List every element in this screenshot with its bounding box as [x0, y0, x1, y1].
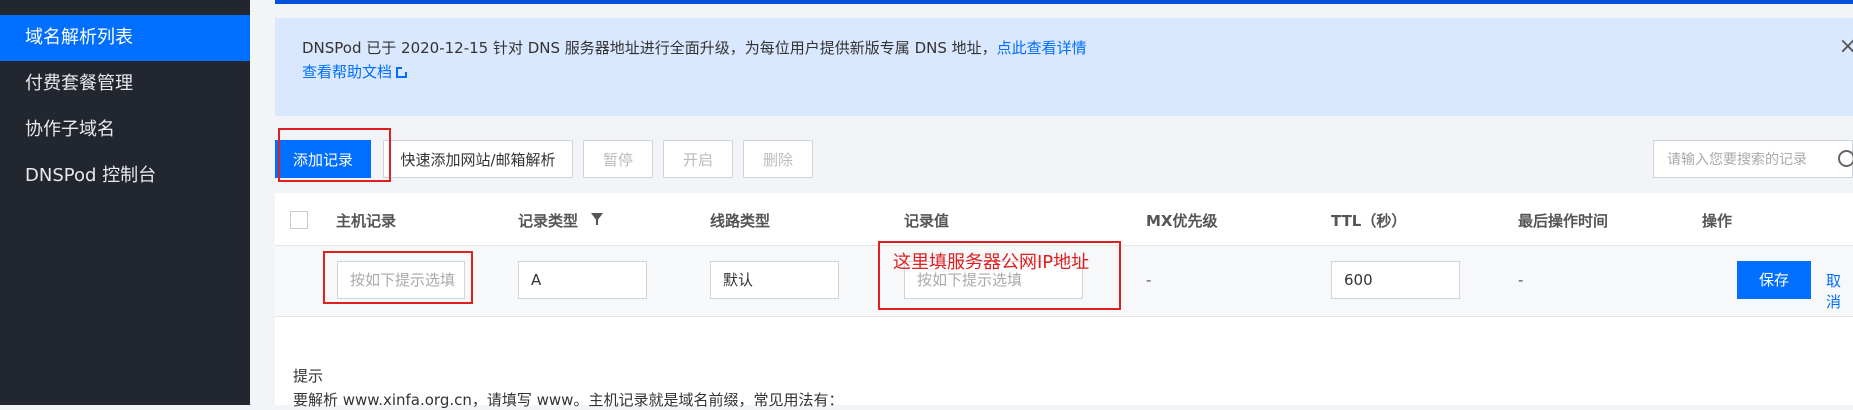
- help-doc-link[interactable]: 查看帮助文档: [302, 61, 409, 82]
- annotation-note: 这里填服务器公网IP地址: [893, 252, 1090, 273]
- sidebar-item-dnspod-console[interactable]: DNSPod 控制台: [0, 153, 250, 199]
- notice-banner: DNSPod 已于 2020-12-15 针对 DNS 服务器地址进行全面升级，…: [275, 18, 1853, 116]
- sidebar: 域名解析列表 付费套餐管理 协作子域名 DNSPod 控制台: [0, 0, 250, 405]
- notice-text-line: DNSPod 已于 2020-12-15 针对 DNS 服务器地址进行全面升级，…: [302, 37, 1087, 58]
- col-updated: 最后操作时间: [1518, 212, 1609, 230]
- top-accent-bar: [275, 0, 1853, 4]
- line-type-select[interactable]: 默认: [710, 261, 839, 299]
- col-mx: MX优先级: [1146, 212, 1218, 230]
- sidebar-item-collab-subdomain[interactable]: 协作子域名: [0, 107, 250, 153]
- ttl-input[interactable]: 600: [1331, 261, 1460, 299]
- mx-priority-value: -: [1146, 271, 1152, 289]
- help-doc-label[interactable]: 查看帮助文档: [302, 63, 392, 81]
- table-header: 主机记录 记录类型 线路类型 记录值 MX优先级 TTL（秒） 最后操作时间 操…: [275, 193, 1853, 246]
- quick-add-button[interactable]: 快速添加网站/邮箱解析: [383, 140, 573, 178]
- col-actions: 操作: [1702, 212, 1733, 230]
- notice-detail-link[interactable]: 点此查看详情: [997, 39, 1087, 57]
- filter-icon[interactable]: [591, 213, 603, 225]
- pause-button[interactable]: 暂停: [583, 140, 653, 178]
- toolbar: 添加记录 快速添加网站/邮箱解析 暂停 开启 删除: [275, 140, 1853, 180]
- search-input[interactable]: [1654, 141, 1839, 179]
- col-host: 主机记录: [336, 212, 397, 230]
- col-line: 线路类型: [710, 212, 771, 230]
- notice-text: DNSPod 已于 2020-12-15 针对 DNS 服务器地址进行全面升级，…: [302, 39, 997, 57]
- main-content: DNSPod 已于 2020-12-15 针对 DNS 服务器地址进行全面升级，…: [250, 0, 1853, 409]
- hint-body: 要解析 www.xinfa.org.cn，请填写 www。主机记录就是域名前缀，…: [293, 391, 844, 409]
- close-icon[interactable]: ×: [1839, 34, 1853, 59]
- add-record-button[interactable]: 添加记录: [275, 140, 371, 178]
- col-value: 记录值: [904, 212, 950, 230]
- hint-title: 提示: [293, 367, 324, 385]
- select-all-checkbox[interactable]: [290, 211, 308, 229]
- records-table: 主机记录 记录类型 线路类型 记录值 MX优先级 TTL（秒） 最后操作时间 操…: [275, 193, 1853, 405]
- col-ttl: TTL（秒）: [1331, 212, 1407, 230]
- record-type-select[interactable]: A: [518, 261, 647, 299]
- save-button[interactable]: 保存: [1737, 261, 1811, 299]
- col-type: 记录类型: [518, 212, 579, 230]
- enable-button[interactable]: 开启: [663, 140, 733, 178]
- delete-button[interactable]: 删除: [743, 140, 813, 178]
- cancel-link[interactable]: 取消: [1826, 270, 1853, 312]
- search-icon[interactable]: [1838, 150, 1853, 167]
- external-link-icon: [396, 66, 409, 78]
- sidebar-item-paid-plans[interactable]: 付费套餐管理: [0, 61, 250, 107]
- search-box: [1653, 140, 1853, 179]
- last-updated-value: -: [1518, 271, 1524, 289]
- host-record-input[interactable]: [337, 261, 465, 299]
- sidebar-item-dns-records[interactable]: 域名解析列表: [0, 15, 250, 61]
